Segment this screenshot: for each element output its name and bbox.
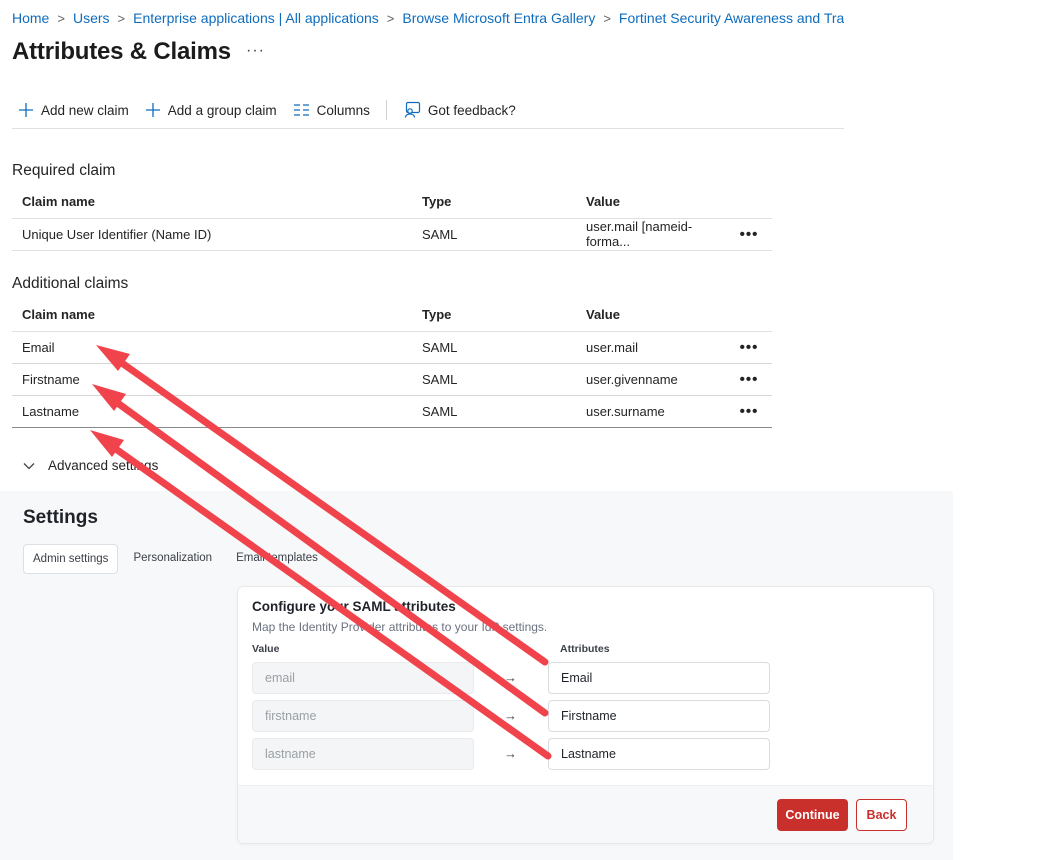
column-header-claim-name[interactable]: Claim name [12,186,412,219]
attributes-column-label: Attributes [560,643,610,655]
claim-value-cell: user.surname [576,395,726,428]
table-header-row: Claim name Type Value [12,299,772,332]
plus-icon [145,102,161,118]
value-field-firstname: firstname [252,700,474,732]
attribute-input-email[interactable]: Email [548,662,770,694]
chevron-right-icon: > [603,11,611,26]
claim-type-cell: SAML [412,331,576,364]
arrow-right-icon: → [504,708,517,723]
arrow-right-icon: → [504,670,517,685]
row-more-icon[interactable]: ••• [726,395,772,428]
additional-claims-table: Claim name Type Value Email SAML user.ma… [12,299,772,428]
plus-icon [18,102,34,118]
chevron-right-icon: > [57,11,65,26]
settings-panel: Settings Admin settings Personalization … [0,491,953,860]
more-options-icon[interactable]: ··· [246,42,265,60]
claim-type-cell: SAML [412,395,576,428]
claim-value-cell: user.mail [nameid-forma... [576,218,726,251]
breadcrumb-fortinet-app[interactable]: Fortinet Security Awareness and Trainin [619,10,844,26]
column-header-value[interactable]: Value [576,299,726,332]
columns-button[interactable]: Columns [285,96,378,124]
claim-name-cell[interactable]: Firstname [12,363,412,396]
feedback-icon [403,101,421,119]
advanced-settings-label: Advanced settings [48,458,159,473]
columns-icon [293,103,310,117]
table-row[interactable]: Unique User Identifier (Name ID) SAML us… [12,218,772,251]
tab-admin-settings[interactable]: Admin settings [23,544,119,574]
tab-personalization[interactable]: Personalization [124,544,221,574]
value-field-lastname: lastname [252,738,474,770]
add-new-claim-button[interactable]: Add new claim [12,96,137,124]
breadcrumb-enterprise-apps[interactable]: Enterprise applications | All applicatio… [133,10,379,26]
value-field-email: email [252,662,474,694]
attribute-input-firstname[interactable]: Firstname [548,700,770,732]
columns-label: Columns [316,102,370,118]
advanced-settings-toggle[interactable]: Advanced settings [22,458,158,473]
breadcrumb-users[interactable]: Users [73,10,110,26]
continue-button[interactable]: Continue [777,799,848,831]
claim-name-cell[interactable]: Email [12,331,412,364]
settings-tabs: Admin settings Personalization Email tem… [23,544,327,574]
breadcrumb: Home > Users > Enterprise applications | All… [12,10,844,26]
value-column-label: Value [252,643,280,655]
column-header-type[interactable]: Type [412,186,576,219]
table-row[interactable]: Firstname SAML user.givenname ••• [12,363,772,396]
row-more-icon[interactable]: ••• [726,218,772,251]
claim-type-cell: SAML [412,363,576,396]
add-group-claim-label: Add a group claim [167,102,277,118]
add-group-claim-button[interactable]: Add a group claim [137,96,285,124]
arrow-right-icon: → [504,746,517,761]
card-title: Configure your SAML attributes [252,599,456,614]
column-header-actions [726,186,772,219]
back-button[interactable]: Back [856,799,907,831]
claim-name-cell[interactable]: Unique User Identifier (Name ID) [12,218,412,251]
required-claims-table: Claim name Type Value Unique User Identi… [12,186,772,251]
table-header-row: Claim name Type Value [12,186,772,219]
additional-claims-heading: Additional claims [12,275,129,292]
page-title: Attributes & Claims [12,38,231,65]
settings-title: Settings [23,507,98,528]
row-more-icon[interactable]: ••• [726,331,772,364]
table-row[interactable]: Lastname SAML user.surname ••• [12,395,772,428]
row-more-icon[interactable]: ••• [726,363,772,396]
saml-attributes-card: Configure your SAML attributes Map the I… [237,586,934,844]
tab-email-templates[interactable]: Email templates [227,544,327,574]
card-subtitle: Map the Identity Provider attributes to … [252,620,548,634]
command-bar: Add new claim Add a group claim Columns … [12,96,844,129]
card-footer: Continue Back [238,785,933,843]
feedback-label: Got feedback? [427,102,516,118]
column-header-value[interactable]: Value [576,186,726,219]
chevron-down-icon [22,461,36,471]
feedback-button[interactable]: Got feedback? [395,96,524,124]
column-header-actions [726,299,772,332]
breadcrumb-gallery[interactable]: Browse Microsoft Entra Gallery [402,10,595,26]
chevron-right-icon: > [117,11,126,26]
required-claim-heading: Required claim [12,162,116,179]
column-header-claim-name[interactable]: Claim name [12,299,412,332]
breadcrumb-home[interactable]: Home [12,10,49,26]
claim-value-cell: user.mail [576,331,726,364]
chevron-right-icon: > [386,11,395,26]
claim-type-cell: SAML [412,218,576,251]
claim-name-cell[interactable]: Lastname [12,395,412,428]
column-header-type[interactable]: Type [412,299,576,332]
attribute-input-lastname[interactable]: Lastname [548,738,770,770]
table-row[interactable]: Email SAML user.mail ••• [12,331,772,364]
toolbar-divider [385,100,387,120]
claim-value-cell: user.givenname [576,363,726,396]
add-new-claim-label: Add new claim [41,102,129,118]
